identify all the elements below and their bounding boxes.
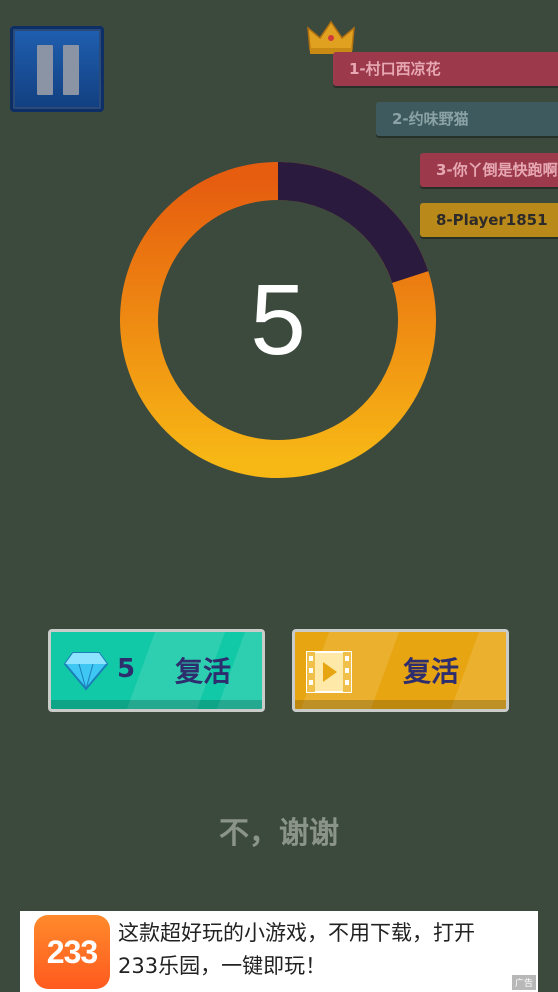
video-revive-label: 复活 — [403, 655, 460, 688]
pause-icon — [37, 45, 53, 95]
ad-logo: 233 — [34, 915, 110, 989]
gem-revive-label: 复活 — [175, 655, 232, 688]
video-revive-button[interactable]: 复活 — [292, 629, 509, 712]
ad-tag: 广告 — [511, 975, 536, 990]
ad-banner[interactable]: 233 这款超好玩的小游戏，不用下载，打开233乐园，一键即玩！ 广告 — [20, 911, 538, 992]
leaderboard-item-self: 8-Player1851 — [420, 203, 558, 237]
countdown-number: 5 — [250, 263, 306, 376]
video-play-icon — [306, 651, 352, 693]
leaderboard-item: 2-约味野猫 — [376, 102, 558, 136]
crown-icon — [307, 20, 355, 54]
pause-button[interactable] — [10, 26, 104, 112]
gem-cost: 5 — [117, 654, 136, 684]
gem-revive-button[interactable]: 5 复活 — [48, 629, 265, 712]
leaderboard-item: 1-村口西凉花 — [333, 52, 558, 86]
ad-text: 这款超好玩的小游戏，不用下载，打开233乐园，一键即玩！ — [118, 921, 475, 978]
diamond-icon — [63, 652, 109, 691]
no-thanks-button[interactable]: 不，谢谢 — [0, 808, 558, 852]
leaderboard-item: 3-你丫倒是快跑啊 — [420, 153, 558, 187]
